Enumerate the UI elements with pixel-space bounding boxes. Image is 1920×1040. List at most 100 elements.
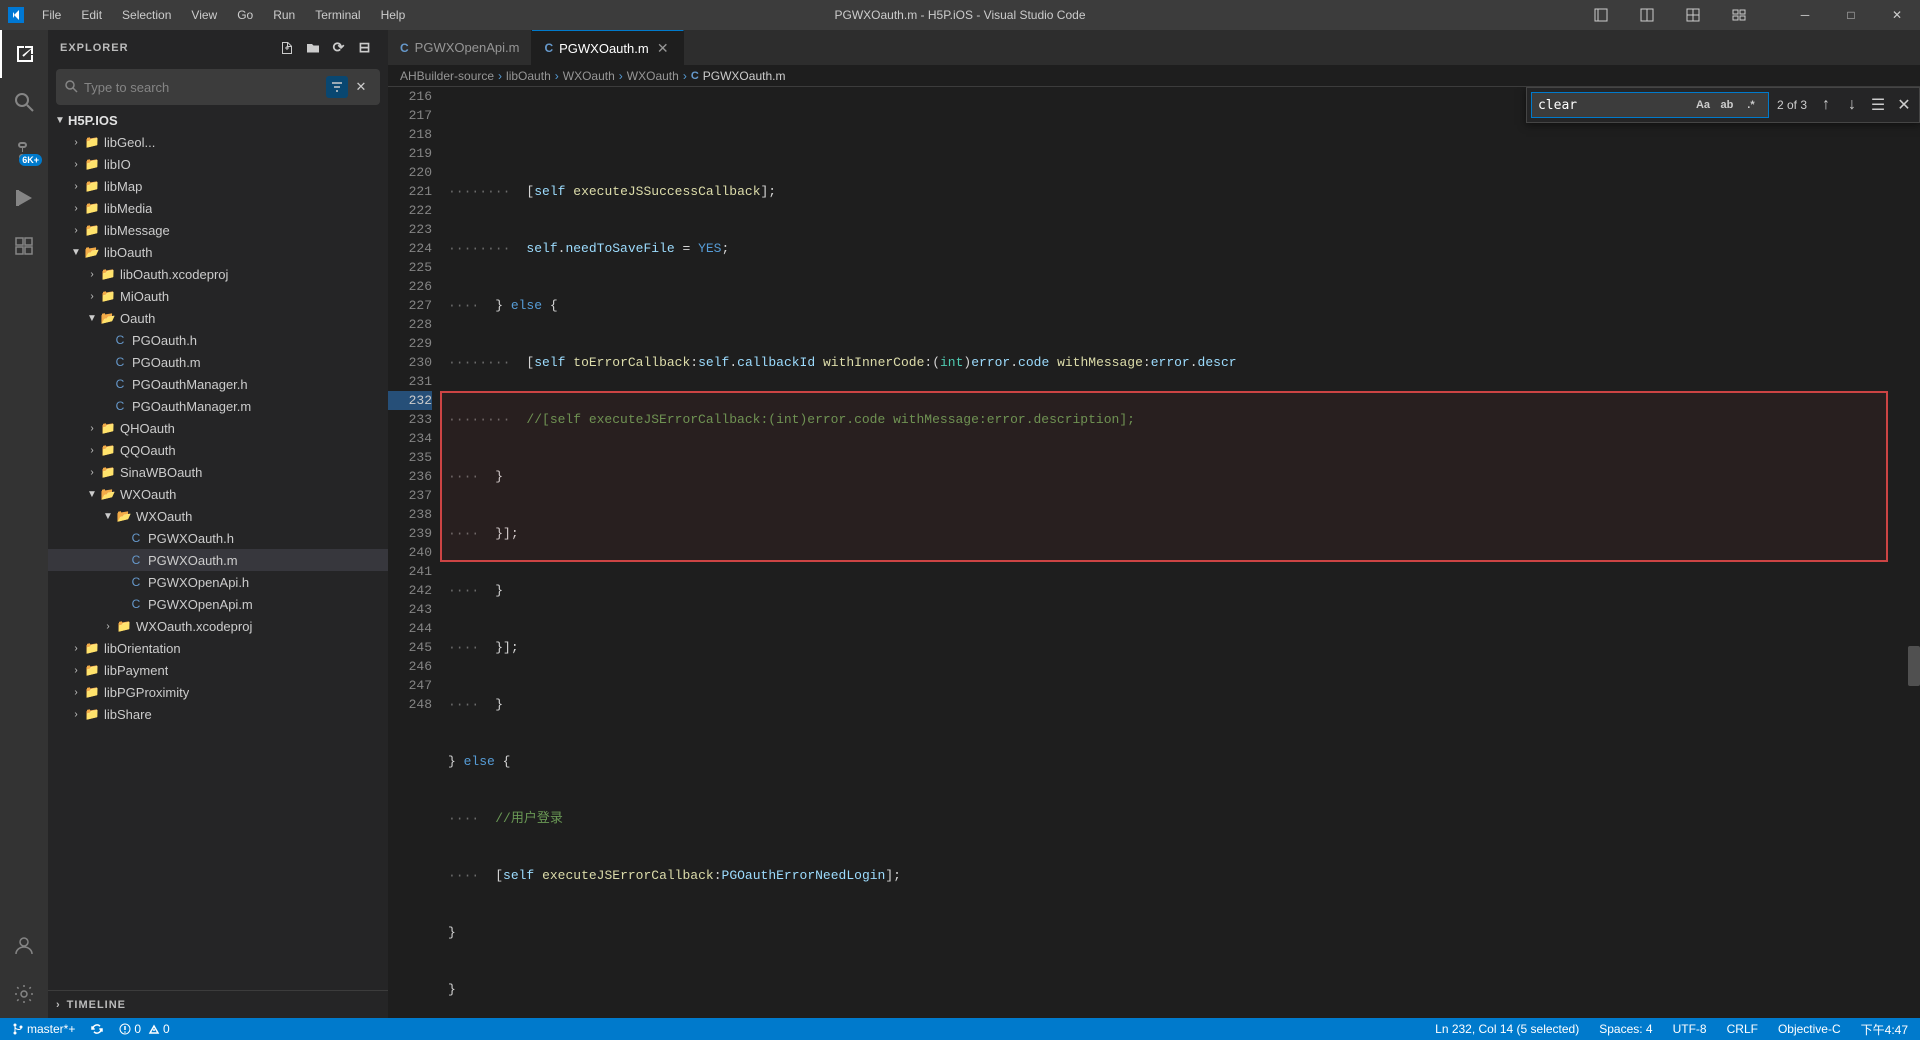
find-prev-button[interactable]: ↑ [1815,94,1837,116]
menu-help[interactable]: Help [371,0,416,30]
find-next-button[interactable]: ↓ [1841,94,1863,116]
activity-explorer[interactable] [0,30,48,78]
layout-menu-button[interactable] [1716,0,1762,30]
tree-item-libmap[interactable]: › 📁 libMap [48,175,388,197]
tree-label: WXOauth [136,509,192,524]
tree-item-liborientation[interactable]: › 📁 libOrientation [48,637,388,659]
match-case-button[interactable]: Aa [1692,94,1714,116]
activity-settings[interactable] [0,970,48,1018]
folder-icon: 📁 [84,223,100,237]
tree-label: libMedia [104,201,152,216]
timeline-section[interactable]: › TIMELINE [48,990,388,1018]
tree-item-qhoauth[interactable]: › 📁 QHOauth [48,417,388,439]
minimize-button[interactable]: ─ [1782,0,1828,30]
language-button[interactable]: Objective-C [1774,1018,1845,1040]
menu-view[interactable]: View [181,0,227,30]
encoding-button[interactable]: UTF-8 [1669,1018,1711,1040]
tree-item-sinawboauth[interactable]: › 📁 SinaWBOauth [48,461,388,483]
tree-item-wxoauth[interactable]: ▼ 📂 WXOauth [48,483,388,505]
position-button[interactable]: Ln 232, Col 14 (5 selected) [1431,1018,1583,1040]
breadcrumb-wxoauth1[interactable]: WXOauth [563,69,615,83]
tree-item-wxoauth-inner[interactable]: ▼ 📂 WXOauth [48,505,388,527]
activity-run[interactable] [0,174,48,222]
activity-extensions[interactable] [0,222,48,270]
scrollbar-thumb[interactable] [1908,646,1920,686]
errors-button[interactable]: 0 0 [115,1018,173,1040]
tree-item-liboauth[interactable]: ▼ 📂 libOauth [48,241,388,263]
maximize-button[interactable]: □ [1828,0,1874,30]
position-label: Ln 232, Col 14 (5 selected) [1435,1022,1579,1036]
menu-selection[interactable]: Selection [112,0,181,30]
activity-account[interactable] [0,922,48,970]
tree-item-mioauth[interactable]: › 📁 MiOauth [48,285,388,307]
menu-file[interactable]: File [32,0,71,30]
collapse-all-button[interactable]: ⊟ [354,37,376,59]
spaces-label: Spaces: 4 [1599,1022,1652,1036]
code-line-217: ········self.needToSaveFile = YES; [448,239,1908,258]
activity-scm[interactable]: 6K+ [0,126,48,174]
tree-label: PGOauth.h [132,333,197,348]
breadcrumb-wxoauth2[interactable]: WXOauth [627,69,679,83]
tab-close-button[interactable]: ✕ [655,40,671,56]
menu-go[interactable]: Go [227,0,263,30]
tree-item-qqoauth[interactable]: › 📁 QQOauth [48,439,388,461]
filter-button[interactable] [326,76,348,98]
find-close-button[interactable]: ✕ [1893,94,1915,116]
breadcrumb-ahbuilder[interactable]: AHBuilder-source [400,69,494,83]
tree-item-libpgproximity[interactable]: › 📁 libPGProximity [48,681,388,703]
tree-item-wxoauth-xcode[interactable]: › 📁 WXOauth.xcodeproj [48,615,388,637]
git-branch-button[interactable]: master*+ [8,1018,79,1040]
find-menu-button[interactable]: ☰ [1867,94,1889,116]
close-search-button[interactable]: ✕ [350,76,372,98]
folder-icon: 📁 [100,289,116,303]
tree-item-pgoauth-m[interactable]: C PGOauth.m [48,351,388,373]
sidebar-toggle-button[interactable] [1578,0,1624,30]
code-line-216: ········[self executeJSSuccessCallback]; [448,182,1908,201]
tree-item-libshare[interactable]: › 📁 libShare [48,703,388,725]
tree-item-liboauth-xcode[interactable]: › 📁 libOauth.xcodeproj [48,263,388,285]
status-bar-right: Ln 232, Col 14 (5 selected) Spaces: 4 UT… [1431,1018,1912,1040]
tree-item-libmedia[interactable]: › 📁 libMedia [48,197,388,219]
breadcrumb-liboauth[interactable]: libOauth [506,69,551,83]
menu-edit[interactable]: Edit [71,0,112,30]
tree-item-pgwxoauth-h[interactable]: C PGWXOauth.h [48,527,388,549]
tree-item-pgwxopenapi-h[interactable]: C PGWXOpenApi.h [48,571,388,593]
search-input[interactable]: Type to search [84,80,320,95]
tree-label: SinaWBOauth [120,465,202,480]
tree-item-libgeol[interactable]: › 📁 libGeol... [48,131,388,153]
chevron-right-icon: › [68,181,84,192]
find-input[interactable] [1538,98,1688,113]
editor-layout-button[interactable] [1624,0,1670,30]
chevron-right-icon: › [56,999,61,1011]
menu-terminal[interactable]: Terminal [305,0,370,30]
new-folder-button[interactable] [302,37,324,59]
use-regex-button[interactable]: .* [1740,94,1762,116]
split-editor-button[interactable] [1670,0,1716,30]
activity-search[interactable] [0,78,48,126]
tree-item-pgoauth-h[interactable]: C PGOauth.h [48,329,388,351]
folder-icon: 📁 [84,663,100,677]
refresh-explorer-button[interactable]: ⟳ [328,37,350,59]
tree-item-pgwxopenapi-m[interactable]: C PGWXOpenApi.m [48,593,388,615]
match-whole-word-button[interactable]: ab [1716,94,1738,116]
menu-run[interactable]: Run [263,0,305,30]
tree-item-libio[interactable]: › 📁 libIO [48,153,388,175]
code-content[interactable]: ········[self executeJSSuccessCallback];… [440,87,1908,1018]
spaces-button[interactable]: Spaces: 4 [1595,1018,1656,1040]
tree-item-pgoauthmanager-h[interactable]: C PGOauthManager.h [48,373,388,395]
tree-item-libpayment[interactable]: › 📁 libPayment [48,659,388,681]
tab-pgwxoauth[interactable]: C PGWXOauth.m ✕ [532,30,683,65]
tree-item-pgwxoauth-m[interactable]: C PGWXOauth.m [48,549,388,571]
tab-pgwxopenapi[interactable]: C PGWXOpenApi.m [388,30,532,65]
sync-button[interactable] [87,1018,107,1040]
tree-item-oauth[interactable]: ▼ 📂 Oauth [48,307,388,329]
encoding-label: UTF-8 [1673,1022,1707,1036]
line-ending-button[interactable]: CRLF [1723,1018,1762,1040]
tree-item-libmessage[interactable]: › 📁 libMessage [48,219,388,241]
tree-root[interactable]: ▼ H5P.IOS [48,109,388,131]
sidebar-search-bar[interactable]: Type to search ✕ [56,69,380,105]
tree-item-pgoauthmanager-m[interactable]: C PGOauthManager.m [48,395,388,417]
close-button[interactable]: ✕ [1874,0,1920,30]
chevron-right-icon: › [68,665,84,676]
new-file-button[interactable] [276,37,298,59]
